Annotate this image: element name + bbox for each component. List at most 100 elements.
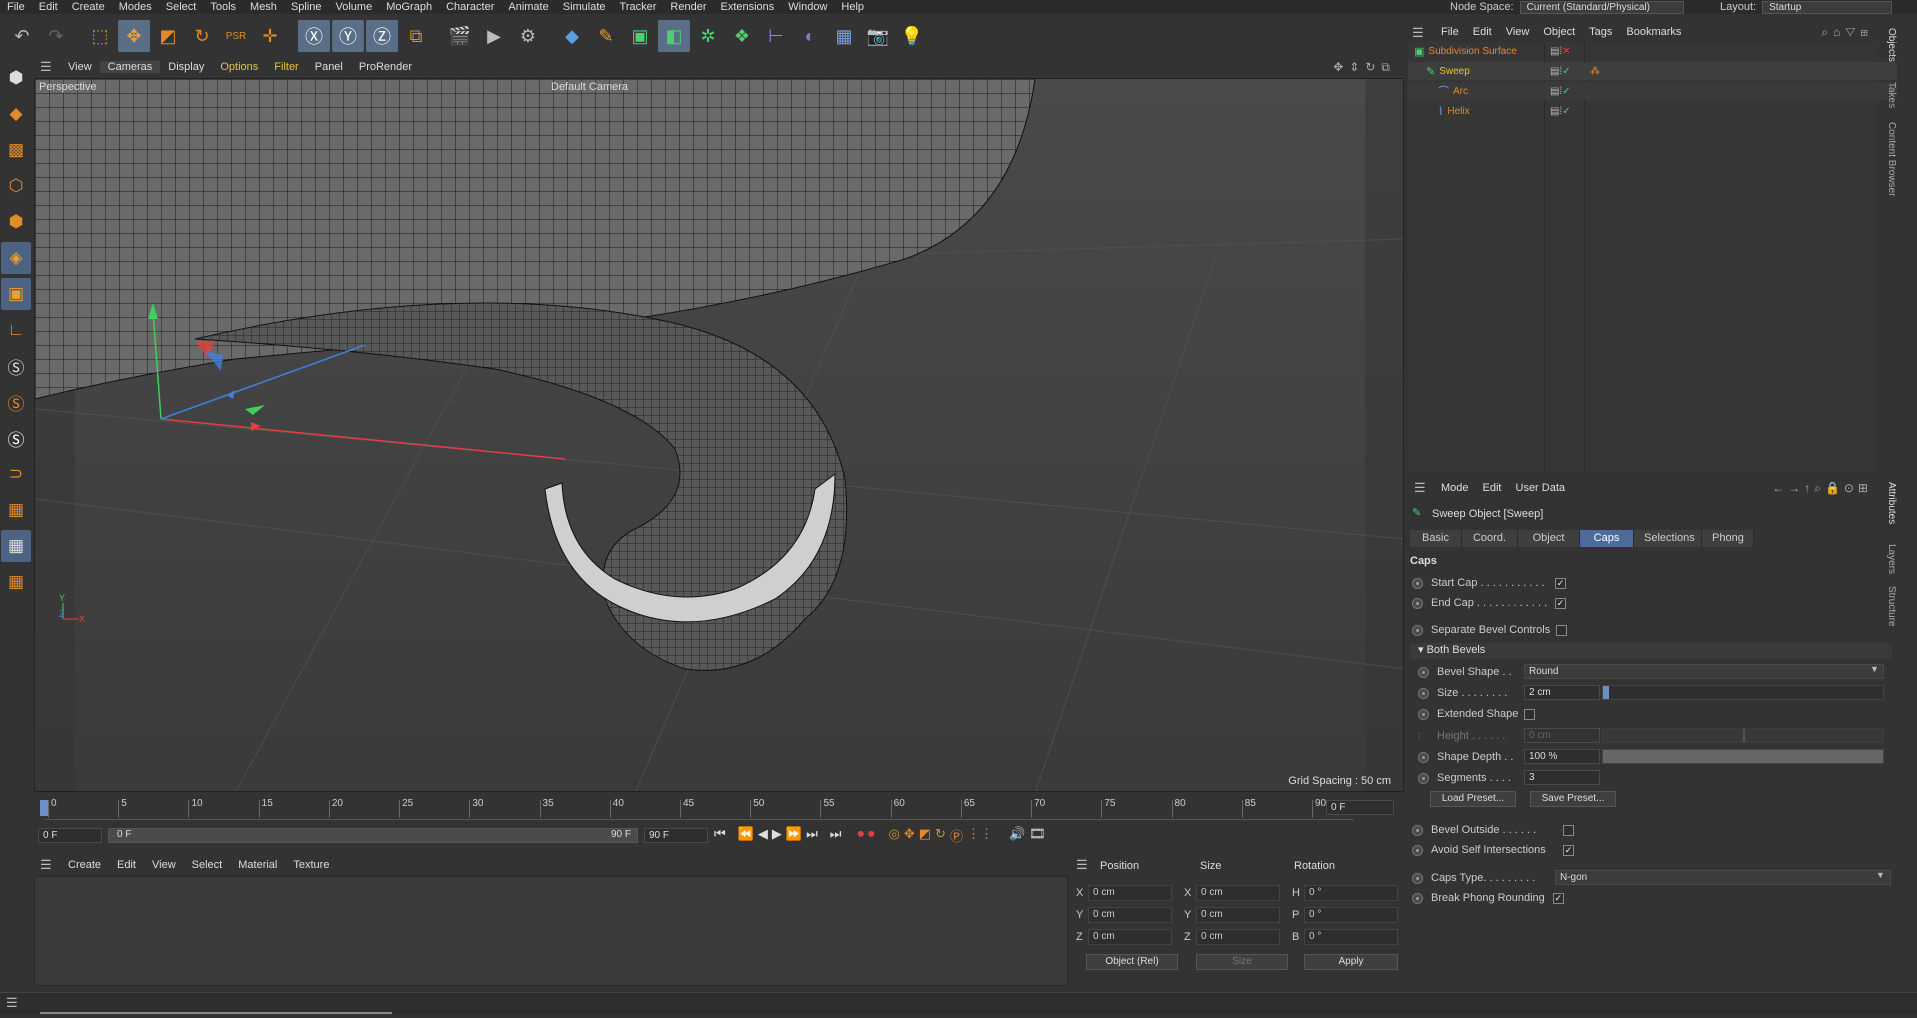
rotate-icon[interactable]: ↻ — [186, 20, 218, 52]
floor-icon[interactable]: ▦ — [828, 20, 860, 52]
field-icon[interactable]: ⊢ — [760, 20, 792, 52]
vp-menu-prorender[interactable]: ProRender — [351, 61, 420, 73]
obj-menu-edit[interactable]: Edit — [1466, 26, 1499, 38]
x-axis-icon[interactable]: Ⓧ — [298, 20, 330, 52]
objects-search-filter-icons[interactable]: ⌕⌂▽⊞ — [1821, 25, 1873, 40]
bevel-shape-select[interactable]: Round — [1524, 664, 1884, 679]
mat-menu-create[interactable]: Create — [60, 859, 109, 871]
move-icon[interactable]: ✥ — [118, 20, 150, 52]
end-frame-field[interactable]: 90 F — [644, 828, 708, 843]
menu-select[interactable]: Select — [159, 1, 204, 13]
attributes-menu-icon[interactable]: ☰ — [1414, 481, 1428, 495]
helix-visibility-icons[interactable]: ▤⁞✓ — [1550, 106, 1571, 117]
avoid-self-checkbox[interactable]: ✓ — [1563, 844, 1574, 856]
undo-icon[interactable]: ↶ — [6, 20, 38, 52]
rotation-p-input[interactable]: 0 ° — [1304, 907, 1398, 923]
key-pla-icon[interactable]: ⋮⋮ — [967, 826, 993, 845]
size-z-input[interactable]: 0 cm — [1196, 929, 1280, 945]
object-name-sweep[interactable]: Sweep — [1439, 66, 1470, 77]
sweep-visibility-icons[interactable]: ▤⁞✓ — [1550, 66, 1571, 77]
arc-visibility-icons[interactable]: ▤⁞✓ — [1550, 86, 1571, 97]
attr-menu-mode[interactable]: Mode — [1434, 482, 1476, 494]
save-preset-button[interactable]: Save Preset... — [1530, 791, 1616, 807]
both-bevels-group-header[interactable]: ▾ Both Bevels — [1410, 643, 1892, 659]
light-icon[interactable]: 💡 — [896, 20, 928, 52]
auto-key-icon[interactable]: ⏺ — [868, 826, 875, 845]
key-scale-icon[interactable]: ◩ — [919, 826, 931, 845]
start-cap-anim-dot[interactable] — [1412, 577, 1423, 589]
side-tab-structure[interactable]: Structure — [1879, 586, 1897, 627]
obj-menu-bookmarks[interactable]: Bookmarks — [1619, 26, 1688, 38]
node-space-select[interactable]: Current (Standard/Physical) — [1519, 0, 1684, 14]
pen-spline-icon[interactable]: ✎ — [590, 20, 622, 52]
scene-icon[interactable]: ◐ — [794, 20, 826, 52]
redo-icon[interactable]: ↷ — [40, 20, 72, 52]
break-phong-anim-dot[interactable] — [1412, 892, 1423, 904]
rotation-b-input[interactable]: 0 ° — [1304, 929, 1398, 945]
object-name-subdivision-surface[interactable]: Subdivision Surface — [1428, 46, 1516, 57]
tab-phong[interactable]: Phong — [1702, 530, 1754, 547]
menu-window[interactable]: Window — [781, 1, 834, 13]
tab-coord[interactable]: Coord. — [1462, 530, 1518, 547]
menu-spline[interactable]: Spline — [284, 1, 329, 13]
prev-frame-icon[interactable]: ◀ — [758, 826, 768, 845]
goto-start-icon[interactable]: ⏮ — [714, 826, 726, 845]
attr-menu-user-data[interactable]: User Data — [1509, 482, 1573, 494]
menu-edit[interactable]: Edit — [32, 1, 65, 13]
shape-depth-input[interactable]: 100 % — [1524, 749, 1600, 764]
side-tab-layers[interactable]: Layers — [1879, 544, 1897, 574]
size-input[interactable]: 2 cm — [1524, 685, 1600, 700]
start-cap-checkbox[interactable]: ✓ — [1555, 577, 1566, 589]
position-z-input[interactable]: 0 cm — [1088, 929, 1172, 945]
extended-shape-checkbox[interactable] — [1524, 708, 1536, 720]
live-selection-icon[interactable]: ⬚ — [84, 20, 116, 52]
coord-menu-icon[interactable]: ☰ — [1076, 858, 1090, 872]
next-frame-icon[interactable]: ⏩ — [786, 826, 802, 845]
separate-bevel-checkbox[interactable] — [1556, 624, 1568, 636]
z-axis-icon[interactable]: Ⓩ — [366, 20, 398, 52]
end-cap-checkbox[interactable]: ✓ — [1555, 597, 1566, 609]
caps-type-anim-dot[interactable] — [1412, 872, 1423, 884]
side-tab-takes[interactable]: Takes — [1879, 82, 1897, 108]
side-tab-attributes[interactable]: Attributes — [1879, 482, 1897, 524]
obj-menu-tags[interactable]: Tags — [1582, 26, 1619, 38]
viewport-menu-icon[interactable]: ☰ — [40, 60, 54, 74]
model-mode-icon[interactable]: ◆ — [1, 98, 31, 130]
timeline-playhead[interactable] — [40, 800, 48, 816]
size-anim-dot[interactable] — [1418, 687, 1429, 699]
menu-help[interactable]: Help — [834, 1, 871, 13]
tab-selections[interactable]: Selections — [1634, 530, 1702, 547]
menu-tracker[interactable]: Tracker — [613, 1, 664, 13]
render-settings-icon[interactable]: ⚙ — [512, 20, 544, 52]
obj-menu-file[interactable]: File — [1434, 26, 1466, 38]
avoid-self-anim-dot[interactable] — [1412, 844, 1423, 856]
status-menu-icon[interactable]: ☰ — [6, 996, 20, 1010]
vp-menu-filter[interactable]: Filter — [266, 61, 306, 73]
mat-menu-texture[interactable]: Texture — [285, 859, 337, 871]
mat-menu-view[interactable]: View — [144, 859, 184, 871]
caps-type-select[interactable]: N-gon — [1555, 870, 1891, 885]
snapping-s-icon[interactable]: Ⓢ — [1, 350, 31, 382]
current-frame-field[interactable]: 0 F — [1326, 800, 1394, 815]
sweep-tag-icon[interactable]: ⁂ — [1590, 66, 1600, 77]
object-row-sweep[interactable]: ✎ Sweep ▤⁞✓ ⁂ — [1408, 62, 1897, 80]
menu-tools[interactable]: Tools — [203, 1, 243, 13]
menu-modes[interactable]: Modes — [112, 1, 159, 13]
deformer-icon[interactable]: ❖ — [726, 20, 758, 52]
obj-menu-object[interactable]: Object — [1536, 26, 1582, 38]
vp-menu-view[interactable]: View — [60, 61, 100, 73]
coord-size-mode-select[interactable]: Size — [1196, 954, 1288, 970]
menu-render[interactable]: Render — [663, 1, 713, 13]
rotation-h-input[interactable]: 0 ° — [1304, 885, 1398, 901]
size-x-input[interactable]: 0 cm — [1196, 885, 1280, 901]
object-row-arc[interactable]: ⌒ Arc ▤⁞✓ — [1408, 82, 1897, 100]
vp-menu-cameras[interactable]: Cameras — [99, 61, 161, 73]
goto-end-icon[interactable]: ⏭ — [830, 826, 842, 845]
vp-menu-display[interactable]: Display — [160, 61, 212, 73]
menu-animate[interactable]: Animate — [501, 1, 555, 13]
menu-extensions[interactable]: Extensions — [713, 1, 781, 13]
attributes-nav-icons[interactable]: ←→↑⌕🔒⊙⊞ — [1772, 481, 1872, 496]
shape-depth-slider[interactable] — [1602, 749, 1884, 764]
menu-mesh[interactable]: Mesh — [243, 1, 284, 13]
side-tab-content-browser[interactable]: Content Browser — [1879, 122, 1897, 196]
